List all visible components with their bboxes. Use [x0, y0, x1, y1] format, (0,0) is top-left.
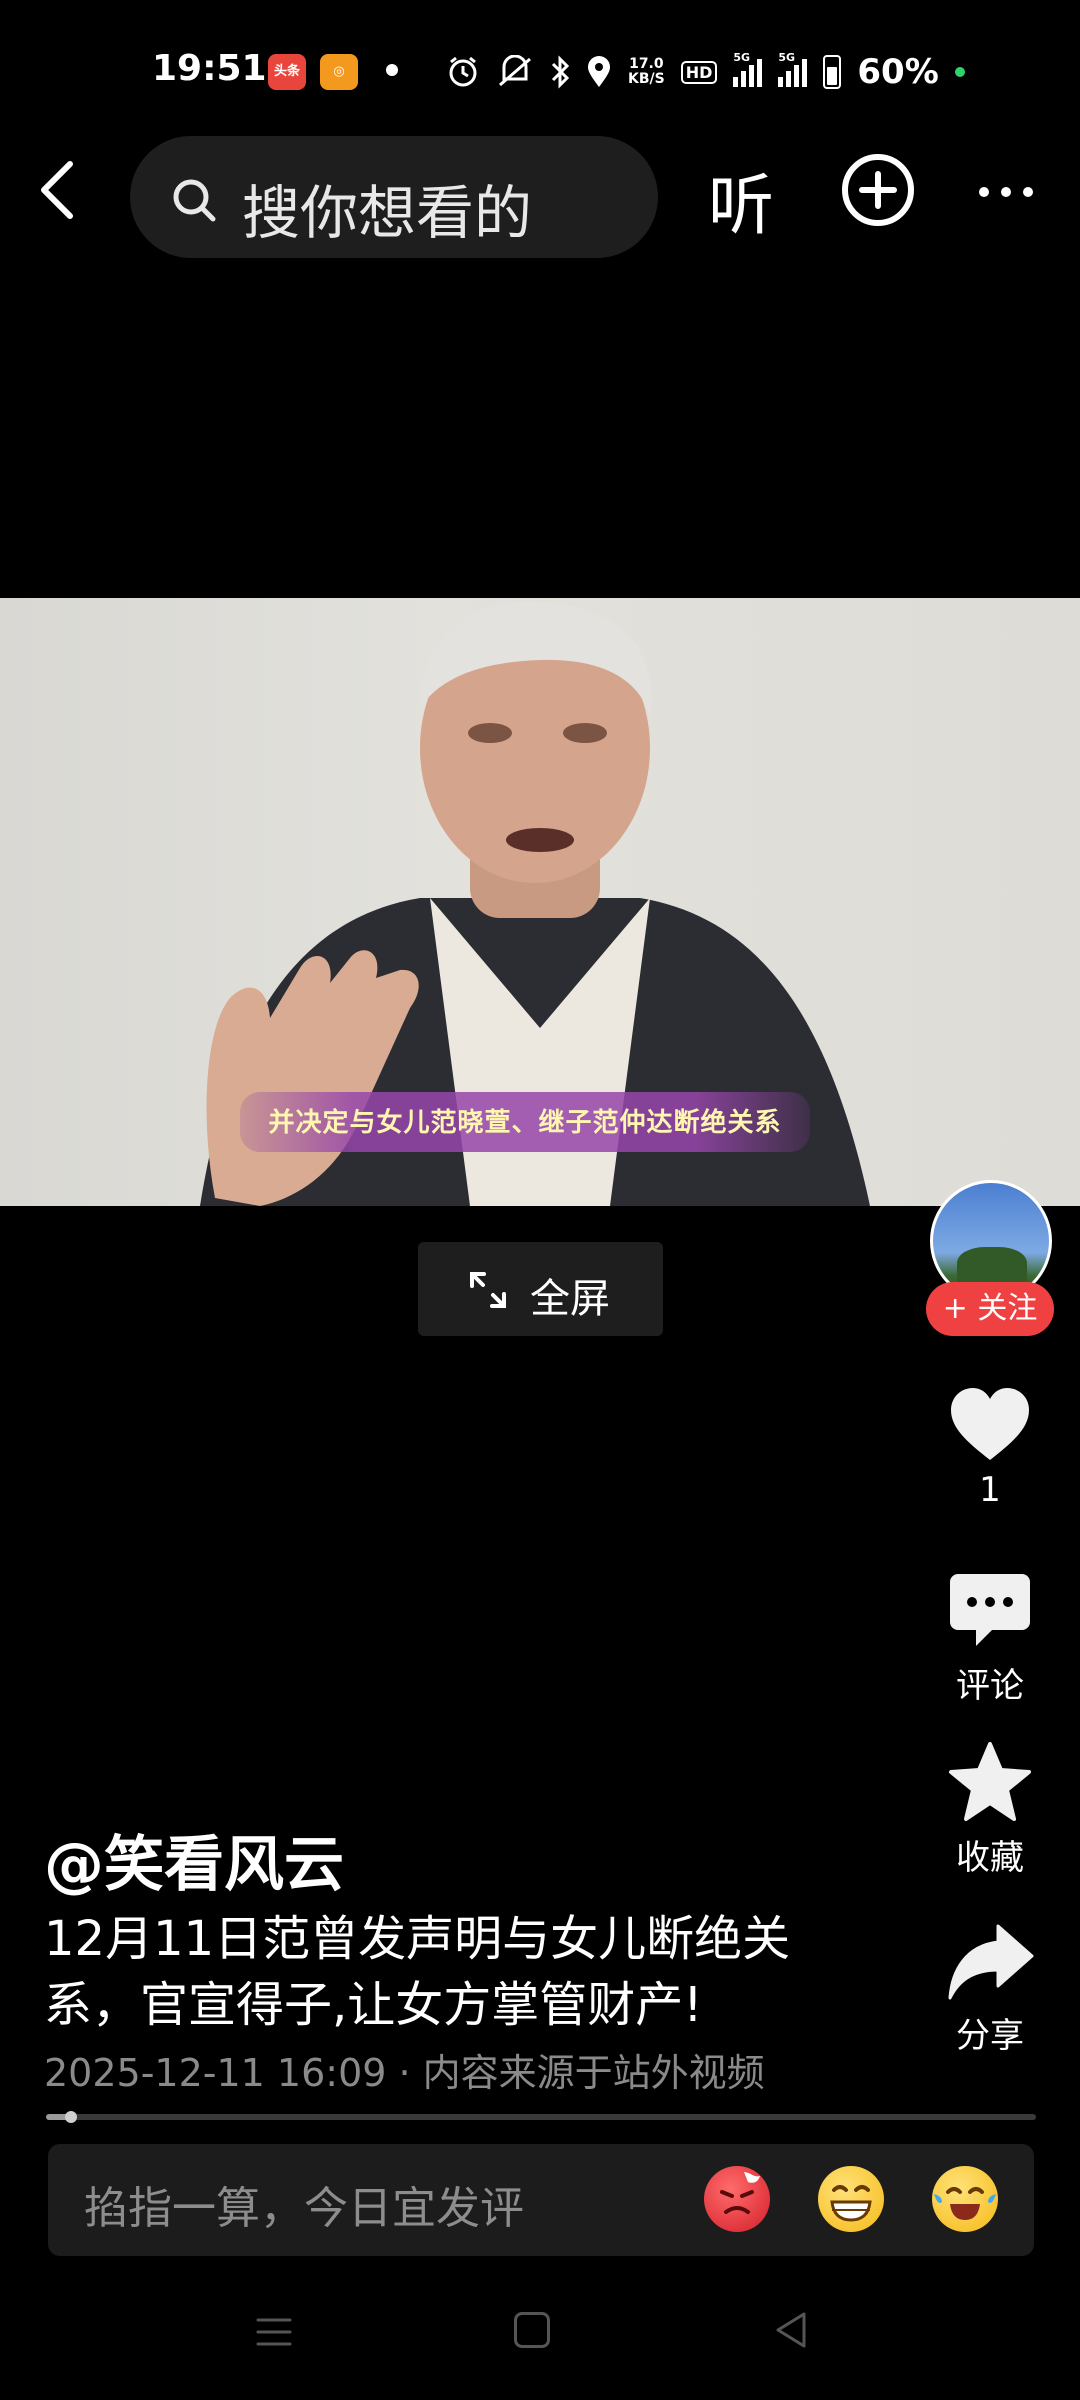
- grin-emoji-icon[interactable]: [818, 2166, 884, 2232]
- expand-icon: [470, 1272, 506, 1308]
- signal-icon: 5G: [733, 51, 763, 87]
- share-label: 分享: [956, 2016, 1024, 2056]
- back-triangle-icon[interactable]: [772, 2310, 812, 2350]
- home-icon[interactable]: [514, 2312, 550, 2348]
- star-icon: [949, 1742, 1031, 1821]
- search-input[interactable]: 搜你想看的: [130, 136, 658, 258]
- angry-emoji-icon[interactable]: [704, 2166, 770, 2232]
- mute-icon: [499, 55, 531, 87]
- alarm-icon: [449, 56, 477, 87]
- video-subtitle: 并决定与女儿范晓萱、继子范仲达断绝关系: [268, 1108, 782, 1138]
- status-bar: 19:51 头条 ◎ 17.0 KB/S HD 5G 5G 60%: [0, 40, 1080, 104]
- like-count: 1: [979, 1470, 1001, 1510]
- plus-circle-icon: [842, 154, 914, 226]
- listen-button[interactable]: 听: [708, 152, 774, 248]
- system-nav-bar: [0, 2290, 1080, 2380]
- network-speed: 17.0 KB/S: [628, 56, 665, 87]
- signal-icon-2: 5G: [778, 51, 808, 87]
- status-icons: 17.0 KB/S HD 5G 5G 60%: [446, 50, 965, 94]
- chevron-left-icon: [41, 161, 73, 219]
- follow-button[interactable]: + 关注: [926, 1282, 1054, 1336]
- progress-knob[interactable]: [64, 2111, 77, 2123]
- like-button[interactable]: 1: [930, 1384, 1050, 1510]
- comment-button[interactable]: 评论: [930, 1568, 1050, 1707]
- bluetooth-icon: [551, 55, 570, 89]
- battery-icon: [823, 55, 842, 89]
- laugh-cry-emoji-icon[interactable]: [932, 2166, 998, 2232]
- comment-bubble-icon: [950, 1574, 1030, 1646]
- recent-apps-icon[interactable]: [254, 2314, 294, 2350]
- battery-percent: 60%: [857, 52, 939, 92]
- heart-icon: [951, 1388, 1029, 1460]
- hd-voice-icon: HD: [680, 60, 718, 84]
- fullscreen-button[interactable]: 全屏: [418, 1242, 663, 1336]
- share-button[interactable]: 分享: [930, 1922, 1050, 2057]
- favorite-label: 收藏: [956, 1838, 1024, 1878]
- more-dots-icon: [979, 187, 1033, 197]
- location-icon: [588, 56, 610, 87]
- status-time: 19:51: [152, 48, 267, 89]
- video-player[interactable]: 并决定与女儿范晓萱、继子范仲达断绝关系: [0, 598, 1080, 1206]
- toutiao-lite-app-icon: ◎: [320, 54, 358, 90]
- privacy-indicator-dot: [954, 67, 965, 77]
- video-progress-bar[interactable]: [46, 2111, 1036, 2123]
- back-button[interactable]: [20, 150, 100, 230]
- add-button[interactable]: [840, 152, 916, 228]
- share-arrow-icon: [948, 1924, 1034, 2000]
- more-button[interactable]: [976, 172, 1036, 212]
- top-nav: 搜你想看的 听: [0, 128, 1080, 258]
- author-name[interactable]: @笑看风云: [44, 1816, 344, 1903]
- toutiao-app-icon: 头条: [268, 54, 306, 90]
- search-placeholder: 搜你想看的: [242, 179, 533, 247]
- search-icon: [173, 179, 216, 222]
- notification-dot: [386, 64, 398, 76]
- post-description[interactable]: 12月11日范曾发声明与女儿断绝关系，官宣得子,让女方掌管财产!: [44, 1906, 864, 2038]
- favorite-button[interactable]: 收藏: [930, 1740, 1050, 1879]
- fullscreen-label: 全屏: [530, 1276, 610, 1322]
- comment-input-bar[interactable]: 掐指一算，今日宜发评: [48, 2144, 1034, 2256]
- comment-label: 评论: [956, 1666, 1024, 1706]
- post-meta: 2025-12-11 16:09 · 内容来源于站外视频: [44, 2051, 765, 2095]
- comment-input[interactable]: 掐指一算，今日宜发评: [84, 2172, 524, 2236]
